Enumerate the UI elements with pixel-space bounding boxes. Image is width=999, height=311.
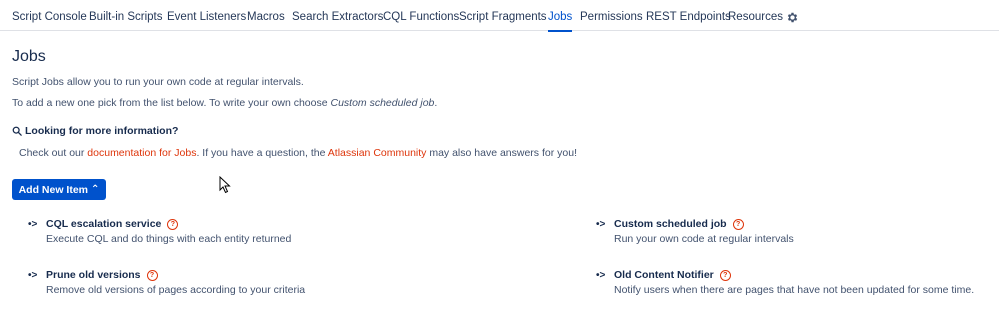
arrow-right-icon: •> [596,270,606,281]
tab-script-fragments[interactable]: Script Fragments [459,11,547,23]
item-name: Old Content Notifier? [614,269,731,281]
arrow-right-icon: •> [28,270,38,281]
info-text-3: may also have answers for you! [426,147,577,159]
instruction-suffix: . [434,97,438,109]
item-name-text: Old Content Notifier [614,269,714,281]
mouse-cursor-icon [219,176,231,194]
item-name: Custom scheduled job? [614,218,744,230]
tab-built-in-scripts[interactable]: Built-in Scripts [89,11,163,23]
instruction-text: To add a new one pick from the list belo… [12,97,437,109]
nav-tabs: Script Console Built-in Scripts Event Li… [0,0,999,32]
item-description: Remove old versions of pages according t… [46,284,306,296]
search-icon [12,126,22,136]
tab-jobs[interactable]: Jobs [548,11,573,32]
help-icon[interactable]: ? [146,269,158,281]
tab-resources[interactable]: Resources [728,11,783,23]
documentation-link[interactable]: documentation for Jobs [87,147,196,159]
info-text: Check out our documentation for Jobs. If… [19,147,577,159]
tab-script-console[interactable]: Script Console [12,11,87,23]
help-icon[interactable]: ? [732,218,744,230]
add-new-item-label: Add New Item [18,183,89,196]
help-icon[interactable]: ? [167,218,179,230]
item-name: CQL escalation service? [46,218,179,230]
tab-macros[interactable]: Macros [247,11,285,23]
tab-rest-endpoints[interactable]: REST Endpoints [646,11,731,23]
item-name-text: Custom scheduled job [614,218,727,230]
community-link[interactable]: Atlassian Community [328,147,427,159]
arrow-right-icon: •> [596,219,606,230]
item-description: Execute CQL and do things with each enti… [46,233,292,245]
help-icon[interactable]: ? [719,269,731,281]
tab-permissions[interactable]: Permissions [580,11,643,23]
item-name: Prune old versions? [46,269,158,281]
info-heading: Looking for more information? [12,125,178,137]
chevron-double-up-icon: ⌃ [91,183,100,195]
info-text-2: . If you have a question, the [196,147,328,159]
instruction-emphasis: Custom scheduled job [330,97,435,109]
info-heading-text: Looking for more information? [25,125,179,137]
intro-text: Script Jobs allow you to run your own co… [12,76,304,88]
tab-search-extractors[interactable]: Search Extractors [292,11,383,23]
item-description: Notify users when there are pages that h… [614,284,975,296]
arrow-right-icon: •> [28,219,38,230]
add-new-item-button[interactable]: Add New Item ⌃ [12,179,106,200]
page-title: Jobs [12,48,46,65]
info-text-1: Check out our [19,147,88,159]
tab-event-listeners[interactable]: Event Listeners [167,11,246,23]
instruction-prefix: To add a new one pick from the list belo… [12,97,331,109]
item-description: Run your own code at regular intervals [614,233,794,245]
tab-cql-functions[interactable]: CQL Functions [383,11,459,23]
item-name-text: CQL escalation service [46,218,162,230]
item-name-text: Prune old versions [46,269,141,281]
gear-icon[interactable] [786,11,799,24]
